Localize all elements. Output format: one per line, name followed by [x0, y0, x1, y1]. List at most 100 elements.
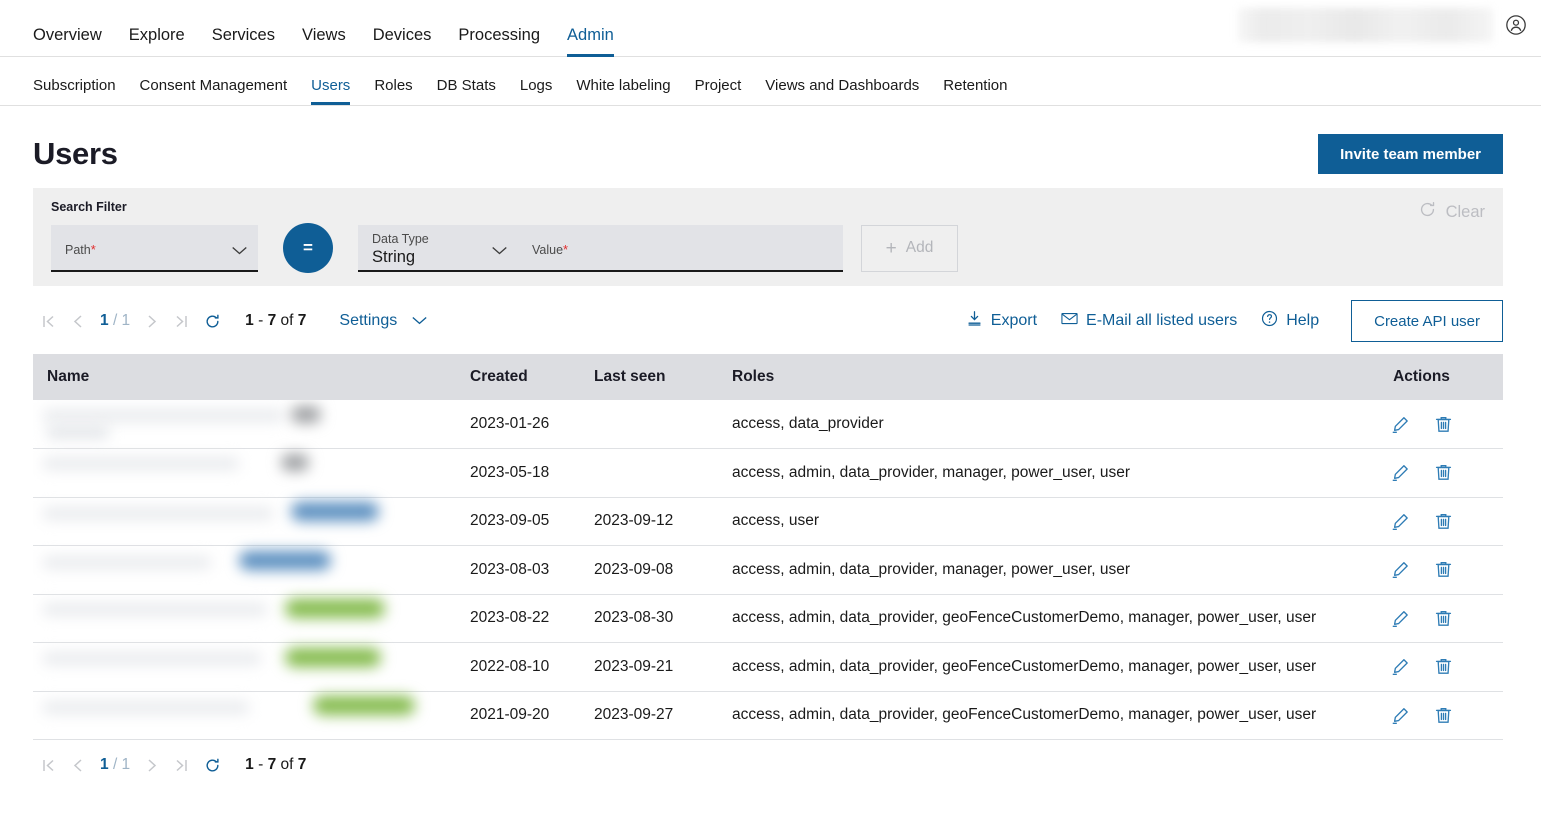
trash-icon[interactable] [1428, 508, 1458, 534]
cell-last-seen: 2023-09-27 [580, 691, 718, 740]
topnav-item-admin[interactable]: Admin [567, 27, 614, 58]
data-type-label: Data Type [372, 233, 508, 247]
trash-icon[interactable] [1428, 411, 1458, 437]
first-page-icon[interactable] [33, 758, 63, 773]
record-range-top: 1 - 7 of 7 [245, 312, 306, 330]
subnav-item-project[interactable]: Project [695, 78, 742, 105]
pencil-icon[interactable] [1385, 702, 1415, 728]
pencil-icon[interactable] [1385, 460, 1415, 486]
trash-icon[interactable] [1428, 702, 1458, 728]
invite-team-member-button[interactable]: Invite team member [1318, 134, 1503, 174]
add-filter-label: Add [906, 239, 934, 257]
column-header-last-seen[interactable]: Last seen [580, 354, 718, 400]
search-filter-panel: Search Filter Clear Path* = Data Type St… [33, 188, 1503, 286]
topnav-item-processing[interactable]: Processing [458, 27, 540, 58]
column-header-actions[interactable]: Actions [1340, 354, 1503, 400]
refresh-table-icon[interactable] [197, 313, 227, 330]
cell-last-seen [580, 400, 718, 449]
data-type-value: String [372, 248, 508, 267]
refresh-table-icon[interactable] [197, 757, 227, 774]
question-circle-icon [1261, 310, 1278, 332]
last-page-icon[interactable] [167, 314, 197, 329]
page-indicator: 1 / 1 [93, 312, 137, 330]
pencil-icon[interactable] [1385, 654, 1415, 680]
cell-created: 2023-08-22 [456, 594, 580, 643]
topnav-item-overview[interactable]: Overview [33, 27, 102, 58]
prev-page-icon[interactable] [63, 758, 93, 773]
settings-label: Settings [339, 312, 397, 330]
cell-created: 2023-09-05 [456, 497, 580, 546]
user-account-icon[interactable] [1505, 14, 1527, 36]
table-row[interactable]: 2021-09-202023-09-27access, admin, data_… [33, 691, 1503, 740]
table-row[interactable]: 2023-01-26access, data_provider [33, 400, 1503, 449]
pencil-icon[interactable] [1385, 605, 1415, 631]
operator-equals-button[interactable]: = [283, 223, 333, 273]
pencil-icon[interactable] [1385, 411, 1415, 437]
next-page-icon[interactable] [137, 758, 167, 773]
next-page-icon[interactable] [137, 314, 167, 329]
column-header-created[interactable]: Created [456, 354, 580, 400]
cell-name [33, 400, 456, 449]
top-navigation-bar: Overview Explore Services Views Devices Proce… [0, 0, 1541, 57]
value-input[interactable]: Value* [518, 225, 843, 272]
trash-icon[interactable] [1428, 460, 1458, 486]
pencil-icon[interactable] [1385, 557, 1415, 583]
cell-roles: access, admin, data_provider, manager, p… [718, 449, 1340, 498]
create-api-user-button[interactable]: Create API user [1351, 300, 1503, 342]
table-row[interactable]: 2023-08-222023-08-30access, admin, data_… [33, 594, 1503, 643]
subnav-item-views-and-dashboards[interactable]: Views and Dashboards [765, 78, 919, 105]
prev-page-icon[interactable] [63, 314, 93, 329]
export-button[interactable]: Export [966, 310, 1037, 332]
column-header-roles[interactable]: Roles [718, 354, 1340, 400]
topnav-item-explore[interactable]: Explore [129, 27, 185, 58]
path-select[interactable]: Path* [51, 225, 258, 272]
cell-last-seen: 2023-08-30 [580, 594, 718, 643]
cell-last-seen: 2023-09-08 [580, 546, 718, 595]
topnav-item-views[interactable]: Views [302, 27, 346, 58]
table-row[interactable]: 2023-09-052023-09-12access, user [33, 497, 1503, 546]
cell-actions [1340, 546, 1503, 595]
table-row[interactable]: 2022-08-102023-09-21access, admin, data_… [33, 643, 1503, 692]
email-all-listed-users-button[interactable]: E-Mail all listed users [1061, 310, 1237, 332]
topnav-item-services[interactable]: Services [212, 27, 275, 58]
pagination-bottom: 1 / 1 1 - 7 of 7 [33, 740, 1503, 774]
subnav-item-consent-management[interactable]: Consent Management [140, 78, 288, 105]
refresh-icon [1418, 200, 1437, 224]
settings-dropdown[interactable]: Settings [339, 312, 428, 330]
data-type-select[interactable]: Data Type String [358, 225, 518, 272]
help-button[interactable]: Help [1261, 310, 1319, 332]
help-label: Help [1286, 312, 1319, 330]
first-page-icon[interactable] [33, 314, 63, 329]
cell-name [33, 546, 456, 595]
subnav-item-subscription[interactable]: Subscription [33, 78, 116, 105]
trash-icon[interactable] [1428, 557, 1458, 583]
subnav-item-roles[interactable]: Roles [374, 78, 412, 105]
column-header-name[interactable]: Name [33, 354, 456, 400]
cell-roles: access, user [718, 497, 1340, 546]
export-label: Export [991, 312, 1037, 330]
cell-name [33, 497, 456, 546]
trash-icon[interactable] [1428, 605, 1458, 631]
subnav-item-logs[interactable]: Logs [520, 78, 553, 105]
pencil-icon[interactable] [1385, 508, 1415, 534]
table-row[interactable]: 2023-05-18access, admin, data_provider, … [33, 449, 1503, 498]
last-page-icon[interactable] [167, 758, 197, 773]
subnav-item-white-labeling[interactable]: White labeling [576, 78, 670, 105]
envelope-icon [1061, 310, 1078, 332]
subnav-item-db-stats[interactable]: DB Stats [437, 78, 496, 105]
cell-roles: access, admin, data_provider, geoFenceCu… [718, 643, 1340, 692]
record-range-bottom: 1 - 7 of 7 [245, 756, 306, 774]
topnav-item-devices[interactable]: Devices [373, 27, 432, 58]
table-toolbar: 1 / 1 1 - 7 of 7 Settings [33, 286, 1503, 354]
chevron-down-icon [231, 242, 248, 252]
cell-last-seen: 2023-09-12 [580, 497, 718, 546]
users-table-container: NameCreatedLast seenRolesActions 2023-01… [33, 354, 1503, 740]
table-row[interactable]: 2023-08-032023-09-08access, admin, data_… [33, 546, 1503, 595]
subnav-item-users[interactable]: Users [311, 78, 350, 105]
trash-icon[interactable] [1428, 654, 1458, 680]
cell-name [33, 643, 456, 692]
add-filter-button[interactable]: + Add [861, 225, 958, 272]
toolbar-actions: Export E-Mail all listed users Help Crea [942, 300, 1503, 342]
clear-filter-button[interactable]: Clear [1418, 200, 1485, 224]
subnav-item-retention[interactable]: Retention [943, 78, 1007, 105]
